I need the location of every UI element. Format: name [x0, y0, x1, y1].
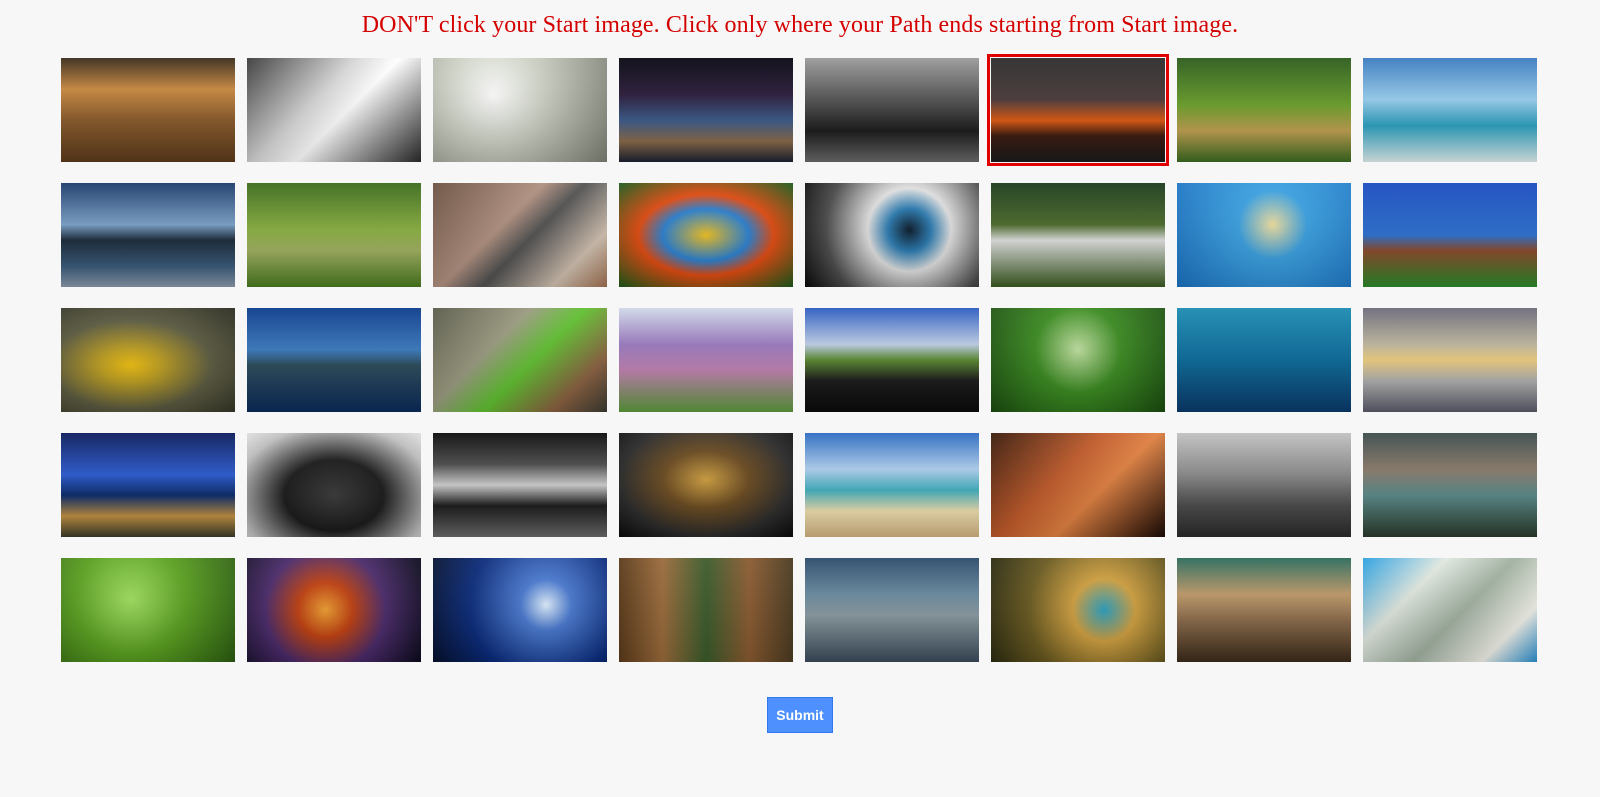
- new-york-skyline-image[interactable]: [1177, 433, 1351, 537]
- kingfisher-image-picture: [991, 558, 1165, 662]
- open-road-image-picture: [805, 308, 979, 412]
- alice-wonderland-image-picture: [1363, 433, 1537, 537]
- city-square-image[interactable]: [61, 58, 235, 162]
- snowy-forest-image[interactable]: [433, 433, 607, 537]
- black-sports-car-image-picture: [247, 433, 421, 537]
- submit-area: Submit: [767, 697, 833, 733]
- redwood-road-image[interactable]: [619, 558, 793, 662]
- snowy-forest-image-picture: [433, 433, 607, 537]
- anime-fight-image-picture: [247, 558, 421, 662]
- night-beach-image[interactable]: [61, 433, 235, 537]
- clover-leaves-image[interactable]: [61, 558, 235, 662]
- tropical-beach-image[interactable]: [1363, 58, 1537, 162]
- blossom-trees-image-picture: [619, 308, 793, 412]
- green-parrot-image-picture: [433, 308, 607, 412]
- blossom-trees-image[interactable]: [619, 308, 793, 412]
- twenty-dollar-bill-image[interactable]: [1363, 558, 1537, 662]
- anime-warrior-image[interactable]: [991, 433, 1165, 537]
- dwarfs-cartoon-image[interactable]: [1177, 58, 1351, 162]
- alice-wonderland-image[interactable]: [1363, 433, 1537, 537]
- earth-from-space-image[interactable]: [619, 58, 793, 162]
- silver-concept-car-image-picture: [433, 58, 607, 162]
- blue-lake-image-picture: [247, 308, 421, 412]
- tropical-beach-image-picture: [1363, 58, 1537, 162]
- city-square-image-picture: [61, 58, 235, 162]
- cloud-reflection-image-picture: [1363, 308, 1537, 412]
- heart-in-grass-image[interactable]: [991, 308, 1165, 412]
- moonlit-sea-image-picture: [433, 558, 607, 662]
- night-beach-image-picture: [61, 433, 235, 537]
- yellow-fish-image-picture: [61, 308, 235, 412]
- snow-white-dwarfs-image[interactable]: [247, 183, 421, 287]
- butterflyfish-image[interactable]: [1177, 183, 1351, 287]
- beach-umbrella-image[interactable]: [805, 433, 979, 537]
- silver-concept-car-image[interactable]: [433, 58, 607, 162]
- kingfisher-image[interactable]: [991, 558, 1165, 662]
- vintage-car-bw-image[interactable]: [247, 58, 421, 162]
- mountain-lake-image-picture: [61, 183, 235, 287]
- colorful-fish-image[interactable]: [619, 183, 793, 287]
- sunset-lake-image-picture: [991, 58, 1165, 162]
- clover-leaves-image-picture: [61, 558, 235, 662]
- sunset-lake-image[interactable]: [987, 54, 1169, 166]
- car-dashboard-image[interactable]: [619, 433, 793, 537]
- sailing-ship-image[interactable]: [805, 58, 979, 162]
- grand-central-image-picture: [1177, 558, 1351, 662]
- snow-white-dwarfs-image-picture: [247, 183, 421, 287]
- heart-in-grass-image-picture: [991, 308, 1165, 412]
- moonlit-sea-image[interactable]: [433, 558, 607, 662]
- new-york-skyline-image-picture: [1177, 433, 1351, 537]
- image-grid: [61, 54, 1537, 662]
- fantasy-house-image[interactable]: [1363, 183, 1537, 287]
- birds-family-image-picture: [991, 183, 1165, 287]
- birds-family-image[interactable]: [991, 183, 1165, 287]
- green-parrot-image[interactable]: [433, 308, 607, 412]
- beach-umbrella-image-picture: [805, 433, 979, 537]
- car-dashboard-image-picture: [619, 433, 793, 537]
- eye-closeup-image[interactable]: [805, 183, 979, 287]
- open-road-image[interactable]: [805, 308, 979, 412]
- sailing-ship-image-picture: [805, 58, 979, 162]
- earth-from-space-image-picture: [619, 58, 793, 162]
- submit-button[interactable]: Submit: [767, 697, 833, 733]
- grand-central-image[interactable]: [1177, 558, 1351, 662]
- anime-fight-image[interactable]: [247, 558, 421, 662]
- fantasy-house-image-picture: [1363, 183, 1537, 287]
- redwood-road-image-picture: [619, 558, 793, 662]
- blue-lake-image[interactable]: [247, 308, 421, 412]
- rifle-image-picture: [433, 183, 607, 287]
- city-aerial-image[interactable]: [805, 558, 979, 662]
- dwarfs-cartoon-image-picture: [1177, 58, 1351, 162]
- anime-warrior-image-picture: [991, 433, 1165, 537]
- yellow-fish-image[interactable]: [61, 308, 235, 412]
- vintage-car-bw-image-picture: [247, 58, 421, 162]
- colorful-fish-image-picture: [619, 183, 793, 287]
- mountain-lake-image[interactable]: [61, 183, 235, 287]
- butterflyfish-image-picture: [1177, 183, 1351, 287]
- black-sports-car-image[interactable]: [247, 433, 421, 537]
- instruction-text: DON'T click your Start image. Click only…: [361, 12, 1239, 38]
- twenty-dollar-bill-image-picture: [1363, 558, 1537, 662]
- eye-closeup-image-picture: [805, 183, 979, 287]
- shark-underwater-image[interactable]: [1177, 308, 1351, 412]
- rifle-image[interactable]: [433, 183, 607, 287]
- city-aerial-image-picture: [805, 558, 979, 662]
- shark-underwater-image-picture: [1177, 308, 1351, 412]
- cloud-reflection-image[interactable]: [1363, 308, 1537, 412]
